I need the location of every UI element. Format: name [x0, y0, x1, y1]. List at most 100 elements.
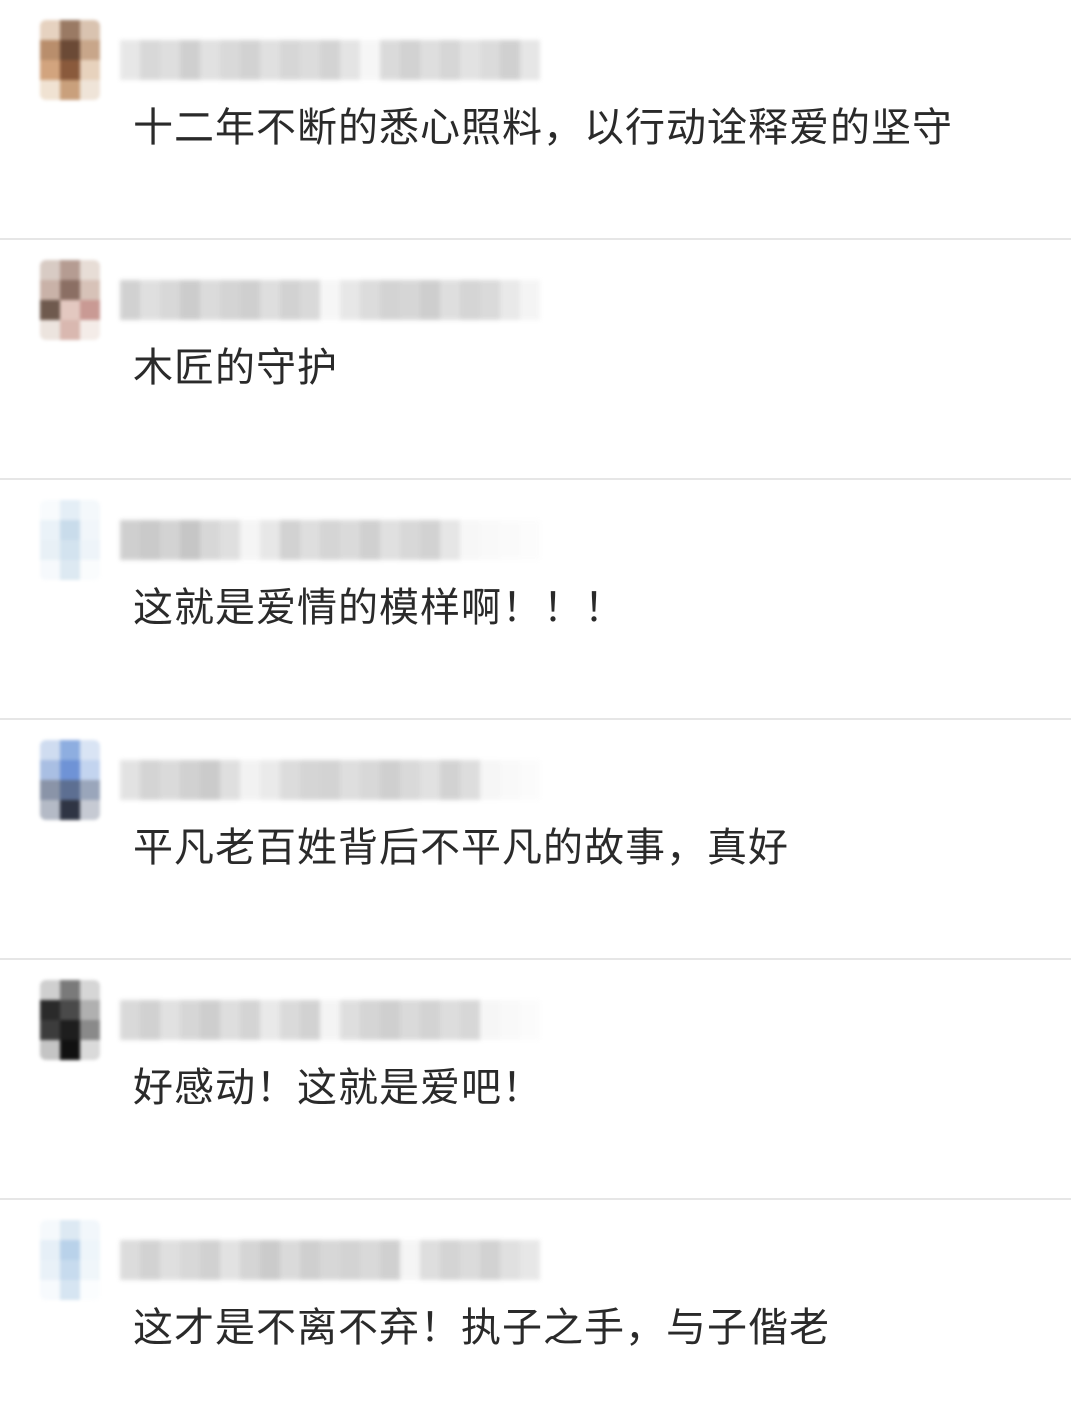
username-mosaic-cell [460, 760, 480, 800]
username-mosaic-cell [460, 280, 480, 320]
username-blurred[interactable] [120, 1240, 540, 1280]
username-mosaic-cell [120, 40, 140, 80]
username-mosaic-cell [160, 280, 180, 320]
avatar[interactable] [40, 20, 100, 100]
username-blurred[interactable] [120, 760, 540, 800]
username-mosaic-cell [500, 520, 520, 560]
username-mosaic-cell [480, 280, 500, 320]
avatar-mosaic-cell [40, 800, 60, 820]
username-blurred[interactable] [120, 1000, 540, 1040]
avatar-mosaic-cell [60, 980, 80, 1000]
avatar-mosaic-cell [40, 260, 60, 280]
username-blurred[interactable] [120, 40, 540, 80]
username-mosaic-cell [280, 1240, 300, 1280]
username-mosaic-cell [220, 760, 240, 800]
avatar-mosaic-cell [40, 760, 60, 780]
avatar[interactable] [40, 500, 100, 580]
avatar[interactable] [40, 260, 100, 340]
avatar-mosaic-cell [60, 20, 80, 40]
username-mosaic-cell [280, 760, 300, 800]
username-mosaic-cell [420, 280, 440, 320]
avatar-mosaic-cell [80, 560, 100, 580]
username-mosaic-cell [440, 1000, 460, 1040]
avatar-mosaic-cell [40, 320, 60, 340]
avatar-mosaic-cell [60, 540, 80, 560]
comment-text: 木匠的守护 [133, 345, 338, 391]
username-mosaic-cell [420, 1240, 440, 1280]
username-mosaic-cell [300, 40, 320, 80]
username-mosaic-cell [440, 1240, 460, 1280]
username-mosaic-cell [420, 760, 440, 800]
avatar-mosaic-cell [60, 1020, 80, 1040]
username-mosaic-cell [400, 40, 420, 80]
avatar[interactable] [40, 1220, 100, 1300]
username-mosaic-cell [160, 1000, 180, 1040]
comment-text: 十二年不断的悉心照料，以行动诠释爱的坚守 [133, 105, 953, 151]
avatar-mosaic-cell [40, 1040, 60, 1060]
username-mosaic-cell [420, 520, 440, 560]
avatar-mosaic-cell [80, 300, 100, 320]
username-mosaic-cell [180, 1240, 200, 1280]
username-mosaic-cell [280, 280, 300, 320]
avatar[interactable] [40, 980, 100, 1060]
username-mosaic-cell [500, 40, 520, 80]
avatar[interactable] [40, 740, 100, 820]
username-mosaic-cell [120, 1000, 140, 1040]
avatar-mosaic-cell [40, 560, 60, 580]
username-mosaic-cell [220, 520, 240, 560]
avatar-mosaic-cell [60, 760, 80, 780]
avatar-mosaic-cell [60, 520, 80, 540]
username-mosaic-cell [360, 1240, 380, 1280]
username-mosaic-cell [180, 520, 200, 560]
username-mosaic-cell [340, 280, 360, 320]
username-mosaic-cell [400, 1240, 420, 1280]
username-mosaic-cell [260, 40, 280, 80]
username-mosaic-cell [500, 280, 520, 320]
avatar-mosaic-cell [40, 540, 60, 560]
avatar-mosaic-cell [40, 1000, 60, 1020]
username-mosaic-cell [140, 1240, 160, 1280]
username-mosaic-cell [200, 280, 220, 320]
avatar-mosaic-cell [80, 1240, 100, 1260]
avatar-mosaic-cell [80, 740, 100, 760]
username-mosaic-cell [160, 520, 180, 560]
username-mosaic-cell [420, 1000, 440, 1040]
username-mosaic-cell [200, 520, 220, 560]
avatar-mosaic-cell [80, 780, 100, 800]
avatar-mosaic-cell [60, 320, 80, 340]
username-mosaic-cell [180, 760, 200, 800]
username-mosaic-cell [200, 1000, 220, 1040]
username-mosaic-cell [460, 1000, 480, 1040]
avatar-mosaic-cell [40, 980, 60, 1000]
username-mosaic-cell [520, 520, 540, 560]
avatar-mosaic-cell [40, 780, 60, 800]
avatar-mosaic-cell [80, 540, 100, 560]
username-blurred[interactable] [120, 520, 540, 560]
avatar-mosaic-cell [60, 1260, 80, 1280]
avatar-mosaic-cell [80, 1040, 100, 1060]
username-mosaic-cell [440, 760, 460, 800]
username-mosaic-cell [360, 280, 380, 320]
avatar-mosaic-cell [60, 780, 80, 800]
username-mosaic-cell [400, 520, 420, 560]
username-mosaic-cell [240, 1000, 260, 1040]
avatar-mosaic-cell [40, 500, 60, 520]
username-mosaic-cell [480, 520, 500, 560]
username-mosaic-cell [220, 1240, 240, 1280]
username-mosaic-cell [260, 1240, 280, 1280]
username-mosaic-cell [120, 760, 140, 800]
username-mosaic-cell [520, 40, 540, 80]
avatar-mosaic-cell [40, 80, 60, 100]
avatar-mosaic-cell [80, 260, 100, 280]
username-blurred[interactable] [120, 280, 540, 320]
username-mosaic-cell [240, 280, 260, 320]
username-mosaic-cell [300, 760, 320, 800]
comment-text: 好感动！这就是爱吧！ [133, 1065, 543, 1111]
username-mosaic-cell [360, 760, 380, 800]
comment-text: 平凡老百姓背后不平凡的故事，真好 [133, 825, 789, 871]
username-mosaic-cell [460, 520, 480, 560]
avatar-mosaic-cell [80, 1280, 100, 1300]
username-mosaic-cell [380, 1000, 400, 1040]
username-mosaic-cell [220, 280, 240, 320]
username-mosaic-cell [240, 760, 260, 800]
